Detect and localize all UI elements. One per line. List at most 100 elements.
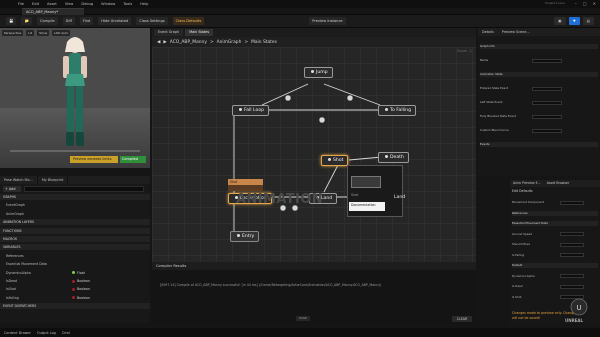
preview-section[interactable]: Default <box>512 263 598 268</box>
tab-main-states[interactable]: Main States <box>185 29 214 36</box>
browse-icon[interactable]: 📁 <box>21 17 32 25</box>
tree-section[interactable]: VARIABLES <box>0 244 150 251</box>
menu-debug[interactable]: Debug <box>81 2 93 6</box>
cmd-button[interactable]: Cmd <box>62 331 70 335</box>
breadcrumb-item-blueprint[interactable]: ACO_ABP_Manny <box>170 40 207 45</box>
tab-event-graph[interactable]: Event Graph <box>154 29 184 36</box>
menu-edit[interactable]: Edit <box>32 2 39 6</box>
hide-unrelated-button[interactable]: Hide Unrelated <box>98 17 132 25</box>
tree-section[interactable]: MACROS <box>0 236 150 242</box>
preview-value-input[interactable] <box>560 284 584 289</box>
preview-value-input[interactable] <box>560 232 584 236</box>
transition-wires <box>233 83 384 231</box>
tab-asset-browser[interactable]: Asset Browser <box>544 180 573 187</box>
variable-type-cell[interactable]: Float <box>72 270 85 276</box>
class-settings-button[interactable]: Class Settings <box>136 17 168 25</box>
tree-label: IsFalling <box>6 295 19 300</box>
mode-buttons: ▣ ✚ ▤ <box>554 17 594 25</box>
details-section[interactable]: Events <box>480 142 598 147</box>
tab-preview-scene[interactable]: Preview Scene... <box>498 28 534 36</box>
variable-type-cell[interactable]: Boolean <box>72 286 90 292</box>
tree-item[interactable]: EventGraph <box>0 202 150 208</box>
compiler-results-body <box>152 270 476 324</box>
preview-section[interactable]: Essential Movement Data <box>512 221 598 226</box>
clear-button[interactable]: CLEAR <box>452 316 472 322</box>
entry-label: Entry <box>242 234 255 239</box>
tree-item[interactable]: AnimGraph <box>0 211 150 217</box>
preview-instance-select[interactable]: Preview Instance <box>309 17 346 25</box>
preview-value-input[interactable] <box>560 253 584 257</box>
diff-button[interactable]: Diff <box>62 17 75 25</box>
preview-value-input[interactable] <box>560 274 584 278</box>
state-node-jump[interactable]: Jump <box>304 67 333 78</box>
menu-help[interactable]: Help <box>140 2 148 6</box>
tab-my-blueprint[interactable]: My Blueprint <box>38 176 69 184</box>
close-icon[interactable]: ✕ <box>593 1 596 6</box>
details-section[interactable]: Graph Info <box>480 44 598 49</box>
state-node-shot[interactable]: Shot <box>321 155 349 166</box>
viewport-lit[interactable]: Lit <box>26 30 35 36</box>
tree-section[interactable]: ANIMATION LAYERS <box>0 219 150 226</box>
blueprint-search-input[interactable] <box>24 186 144 192</box>
find-button[interactable]: Find <box>79 17 94 25</box>
details-input[interactable] <box>532 58 562 63</box>
mode-button-1[interactable]: ▣ <box>554 17 566 25</box>
maximize-icon[interactable]: □ <box>583 1 587 6</box>
details-input[interactable] <box>532 100 562 105</box>
tab-pose-watch[interactable]: Pose Watch Ma... <box>0 176 38 184</box>
variable-row[interactable]: DynamicsAlpha Float <box>0 270 150 276</box>
variable-type-cell[interactable]: Boolean <box>72 295 90 301</box>
entry-node[interactable]: Entry <box>230 231 260 242</box>
variable-type-cell[interactable]: Boolean <box>72 278 90 284</box>
tab-details[interactable]: Details <box>478 28 498 36</box>
breadcrumb-item-animgraph[interactable]: AnimGraph <box>217 40 242 45</box>
save-icon[interactable]: 💾 <box>6 17 17 25</box>
state-fall-loop-label: Fall Loop <box>244 108 265 113</box>
mode-button-3[interactable]: ▤ <box>582 17 594 25</box>
breadcrumb-item-main-states[interactable]: Main States <box>251 40 277 45</box>
preview-value-input[interactable] <box>560 242 584 247</box>
preview-value-input[interactable] <box>560 200 584 205</box>
tree-item[interactable]: References <box>0 253 150 259</box>
state-node-to-falling[interactable]: To Falling <box>378 105 416 116</box>
menu-asset[interactable]: Asset <box>47 2 57 6</box>
add-button[interactable]: + Add <box>3 186 21 192</box>
variable-row[interactable]: IsDead Boolean <box>0 278 150 284</box>
viewport-perspective[interactable]: Perspective <box>2 30 24 36</box>
nav-forward-icon[interactable]: ▶ <box>163 40 166 45</box>
variable-row[interactable]: IsShot Boolean <box>0 286 150 292</box>
output-log-button[interactable]: Output Log <box>37 331 56 335</box>
tree-section[interactable]: FUNCTIONS <box>0 227 150 234</box>
state-node-fall-loop[interactable]: Fall Loop <box>232 105 270 116</box>
details-section[interactable]: Animation State <box>480 72 598 77</box>
menu-file[interactable]: File <box>18 2 24 6</box>
variable-type: Float <box>77 270 85 275</box>
graph-canvas[interactable]: Zoom -1 Jump Fall Loop To Falling Shot D… <box>152 47 476 262</box>
asset-tab[interactable]: ACO_ABP_Manny* <box>22 8 84 15</box>
tree-item[interactable]: Essential Movement Data <box>0 261 150 267</box>
state-land-b-label[interactable]: Land <box>394 195 405 200</box>
preview-section[interactable]: References <box>512 210 598 216</box>
details-input[interactable] <box>532 114 562 119</box>
compile-button[interactable]: Compile <box>36 17 58 25</box>
edit-defaults-label[interactable]: Edit Defaults <box>512 189 533 193</box>
state-node-death[interactable]: Death <box>378 152 409 163</box>
viewport-show[interactable]: Show <box>37 30 50 36</box>
menu-window[interactable]: Window <box>101 2 115 6</box>
details-input[interactable] <box>532 86 562 91</box>
variable-row[interactable]: IsFalling Boolean <box>0 295 150 301</box>
details-input[interactable] <box>532 128 562 133</box>
menu-view[interactable]: View <box>65 2 74 6</box>
tree-section[interactable]: GRAPHS <box>0 194 150 200</box>
class-defaults-button[interactable]: Class Defaults <box>172 17 205 25</box>
compiler-results-header[interactable]: Compiler Results <box>152 262 476 270</box>
tree-section[interactable]: EVENT DISPATCHERS <box>0 303 150 310</box>
menu-tools[interactable]: Tools <box>123 2 132 6</box>
mode-button-active[interactable]: ✚ <box>568 17 580 25</box>
tab-anim-preview[interactable]: Anim Preview E... <box>510 180 544 187</box>
preview-viewport[interactable]: Perspective Lit Show LOD Auto <box>0 28 150 168</box>
nav-back-icon[interactable]: ◀ <box>157 40 160 45</box>
minimize-icon[interactable]: – <box>575 1 577 6</box>
content-drawer-button[interactable]: Content Drawer <box>4 331 31 335</box>
page-button[interactable]: PAGE <box>296 316 310 321</box>
